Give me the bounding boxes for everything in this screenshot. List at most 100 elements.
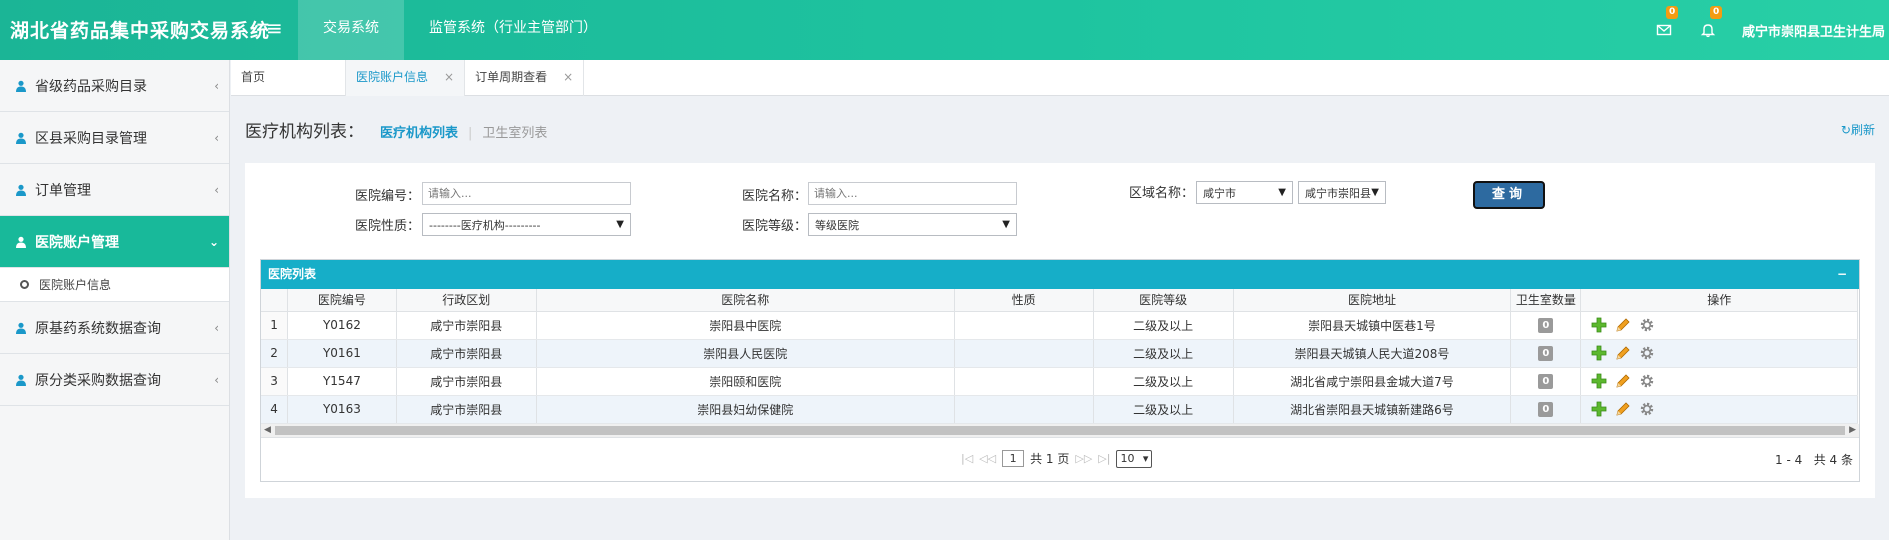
top-nav-trading[interactable]: 交易系统 — [298, 0, 404, 60]
col-header[interactable]: 医院地址 — [1233, 289, 1512, 312]
cell-name: 崇阳县人民医院 — [536, 339, 955, 368]
tab-order-cycle[interactable]: 订单周期查看 × — [465, 60, 585, 96]
sidebar-item-label: 订单管理 — [35, 182, 91, 199]
first-page-icon[interactable]: |◁ — [961, 452, 973, 465]
next-page-icon[interactable]: ▷▷ — [1075, 452, 1092, 465]
page-title: 医疗机构列表： — [245, 122, 364, 142]
col-header[interactable]: 性质 — [954, 289, 1094, 312]
table-row[interactable]: 3 Y1547 咸宁市崇阳县 崇阳颐和医院 二级及以上 湖北省咸宁崇阳县金城大道… — [261, 367, 1858, 396]
sidebar-item-provincial-catalog[interactable]: 省级药品采购目录 ‹ — [0, 60, 229, 112]
col-header[interactable]: 医院名称 — [536, 289, 955, 312]
row-number: 4 — [261, 395, 289, 424]
gear-icon[interactable] — [1639, 317, 1655, 333]
sidebar-item-label: 医院账户管理 — [35, 234, 119, 251]
refresh-icon: ↻ — [1840, 123, 1851, 137]
clinic-count-badge[interactable]: 0 — [1538, 374, 1554, 389]
refresh-button[interactable]: ↻刷新 — [1841, 121, 1875, 138]
link-clinic-list[interactable]: 卫生室列表 — [482, 122, 547, 141]
bell-badge: 0 — [1709, 6, 1723, 19]
page-size-select[interactable]: 10 ▾ — [1116, 449, 1153, 468]
clinic-count-badge[interactable]: 0 — [1538, 318, 1554, 333]
chevron-down-icon: ▼ — [1278, 187, 1286, 198]
cell-nature — [954, 395, 1094, 424]
cell-address: 崇阳县天城镇中医巷1号 — [1233, 311, 1512, 340]
edit-pencil-icon[interactable] — [1615, 317, 1631, 333]
hospital-code-label: 医院编号： — [355, 189, 421, 204]
sidebar-item-label: 区县采购目录管理 — [35, 130, 147, 147]
page-header: 医疗机构列表： 医疗机构列表 | 卫生室列表 — [245, 117, 547, 142]
hospital-level-select[interactable]: 等级医院 ▼ — [808, 213, 1017, 236]
query-button[interactable]: 查询 — [1473, 181, 1545, 209]
add-icon[interactable] — [1591, 345, 1607, 361]
hospital-name-label: 医院名称： — [742, 189, 808, 204]
chevron-down-icon: ▼ — [1002, 219, 1010, 230]
mail-button[interactable]: 0 — [1642, 0, 1686, 60]
edit-pencil-icon[interactable] — [1615, 401, 1631, 417]
gear-icon[interactable] — [1639, 345, 1655, 361]
hospital-code-input[interactable] — [422, 182, 631, 205]
col-header[interactable]: 操作 — [1580, 289, 1858, 312]
cell-name: 崇阳县妇幼保健院 — [536, 395, 955, 424]
region-county-select[interactable]: 咸宁市崇阳县 ▼ — [1298, 181, 1386, 204]
prev-page-icon[interactable]: ◁◁ — [979, 452, 996, 465]
main-content: 医疗机构列表： 医疗机构列表 | 卫生室列表 ↻刷新 医院编号： 医院名称： 区… — [231, 97, 1889, 540]
mail-icon — [1656, 24, 1672, 36]
sidebar-item-hospital-accounts[interactable]: 医院账户管理 ⌄ — [0, 216, 229, 268]
sidebar-item-legacy-category-query[interactable]: 原分类采购数据查询 ‹ — [0, 354, 229, 406]
mail-badge: 0 — [1665, 6, 1679, 19]
row-actions — [1581, 401, 1857, 417]
add-icon[interactable] — [1591, 317, 1607, 333]
row-number: 3 — [261, 367, 289, 396]
col-header[interactable]: 医院等级 — [1093, 289, 1234, 312]
sidebar-item-legacy-basic-drug-query[interactable]: 原基药系统数据查询 ‹ — [0, 302, 229, 354]
close-icon[interactable]: × — [563, 70, 573, 84]
tab-home[interactable]: 首页 — [231, 60, 346, 96]
clinic-count-badge[interactable]: 0 — [1538, 346, 1554, 361]
close-icon[interactable]: × — [444, 70, 454, 84]
cell-clinic-count: 0 — [1510, 367, 1582, 396]
last-page-icon[interactable]: ▷| — [1098, 452, 1110, 465]
table-row[interactable]: 2 Y0161 咸宁市崇阳县 崇阳县人民医院 二级及以上 崇阳县天城镇人民大道2… — [261, 339, 1858, 368]
scrollbar-thumb[interactable] — [275, 425, 1845, 435]
cell-clinic-count: 0 — [1510, 339, 1582, 368]
tab-hospital-account-info[interactable]: 医院账户信息 × — [346, 60, 466, 96]
edit-pencil-icon[interactable] — [1615, 373, 1631, 389]
notification-button[interactable]: 0 — [1686, 0, 1730, 60]
col-header[interactable]: 行政区划 — [396, 289, 537, 312]
gear-icon[interactable] — [1639, 373, 1655, 389]
edit-pencil-icon[interactable] — [1615, 345, 1631, 361]
row-number: 2 — [261, 339, 289, 368]
cell-address: 崇阳县天城镇人民大道208号 — [1233, 339, 1512, 368]
scroll-left-icon[interactable]: ◀ — [264, 425, 271, 435]
add-icon[interactable] — [1591, 373, 1607, 389]
region-city-select[interactable]: 咸宁市 ▼ — [1196, 181, 1293, 204]
top-nav-supervision[interactable]: 监管系统（行业主管部门） — [404, 0, 622, 60]
clinic-count-badge[interactable]: 0 — [1538, 402, 1554, 417]
user-name[interactable]: 咸宁市崇阳县卫生计生局 — [1730, 21, 1889, 40]
cell-region: 咸宁市崇阳县 — [396, 367, 537, 396]
sidebar-item-county-catalog[interactable]: 区县采购目录管理 ‹ — [0, 112, 229, 164]
hospital-nature-select[interactable]: --------医疗机构--------- ▼ — [422, 213, 631, 236]
sidebar-subitem-label: 医院账户信息 — [39, 278, 112, 292]
link-institution-list[interactable]: 医疗机构列表 — [380, 122, 458, 141]
region-county-value: 咸宁市崇阳县 — [1305, 186, 1371, 200]
scroll-right-icon[interactable]: ▶ — [1849, 425, 1856, 435]
hospital-name-input[interactable] — [808, 182, 1017, 205]
bell-icon — [1700, 24, 1716, 38]
col-header[interactable]: 医院编号 — [287, 289, 397, 312]
collapse-button[interactable]: − — [1837, 260, 1847, 289]
page-number-input[interactable]: 1 — [1002, 450, 1025, 467]
table-row[interactable]: 4 Y0163 咸宁市崇阳县 崇阳县妇幼保健院 二级及以上 湖北省崇阳县天城镇新… — [261, 395, 1858, 424]
gear-icon[interactable] — [1639, 401, 1655, 417]
table-row[interactable]: 1 Y0162 咸宁市崇阳县 崇阳县中医院 二级及以上 崇阳县天城镇中医巷1号 … — [261, 311, 1858, 340]
col-header[interactable]: 卫生室数量 — [1510, 289, 1582, 312]
sidebar-subitem-hospital-account-info[interactable]: 医院账户信息 — [0, 268, 229, 302]
horizontal-scrollbar[interactable]: ◀ ▶ — [261, 423, 1859, 438]
hospital-nature-value: --------医疗机构--------- — [429, 218, 541, 232]
record-range: 1 - 4 — [1775, 452, 1803, 467]
chevron-left-icon: ‹ — [214, 78, 219, 93]
menu-toggle-icon[interactable]: ≡ — [266, 16, 283, 40]
add-icon[interactable] — [1591, 401, 1607, 417]
region-label: 区域名称： — [1129, 186, 1195, 201]
sidebar-item-orders[interactable]: 订单管理 ‹ — [0, 164, 229, 216]
